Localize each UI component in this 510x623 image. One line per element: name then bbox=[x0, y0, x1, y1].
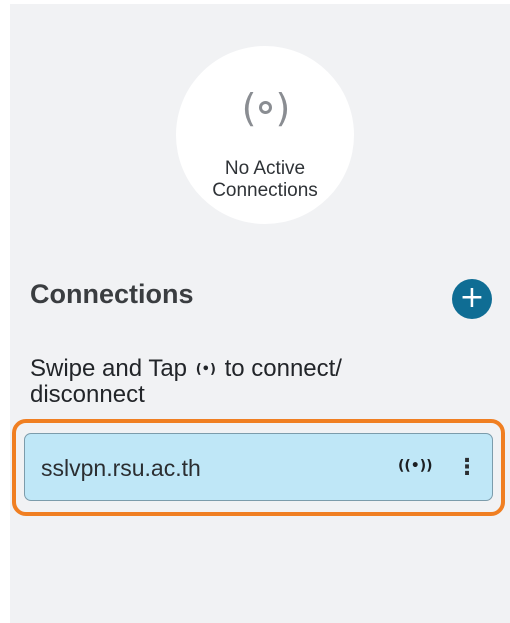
broadcast-icon[interactable]: ((•)) bbox=[398, 458, 433, 474]
connect-hint: Swipe and Tap (•) to connect/ disconnect bbox=[30, 356, 450, 407]
status-line-1: No Active bbox=[224, 158, 306, 179]
plus-icon: + bbox=[459, 280, 485, 315]
connection-status-circle: () No Active Connections bbox=[176, 46, 354, 224]
connection-item[interactable]: sslvpn.rsu.ac.th ((•)) ⋮ bbox=[24, 433, 493, 501]
hint-text-start: Swipe and Tap bbox=[30, 355, 188, 382]
add-connection-button[interactable]: + bbox=[452, 279, 492, 319]
more-vertical-icon[interactable]: ⋮ bbox=[456, 453, 478, 483]
vpn-app-screen: () No Active Connections Connections + S… bbox=[10, 4, 510, 623]
connection-name: sslvpn.rsu.ac.th bbox=[41, 455, 201, 481]
connection-status-text: No Active Connections bbox=[176, 158, 354, 202]
status-line-2: Connections bbox=[212, 180, 318, 201]
connections-title: Connections bbox=[30, 279, 194, 309]
broadcast-icon: (•) bbox=[195, 362, 216, 378]
broadcast-icon: () bbox=[241, 86, 291, 130]
